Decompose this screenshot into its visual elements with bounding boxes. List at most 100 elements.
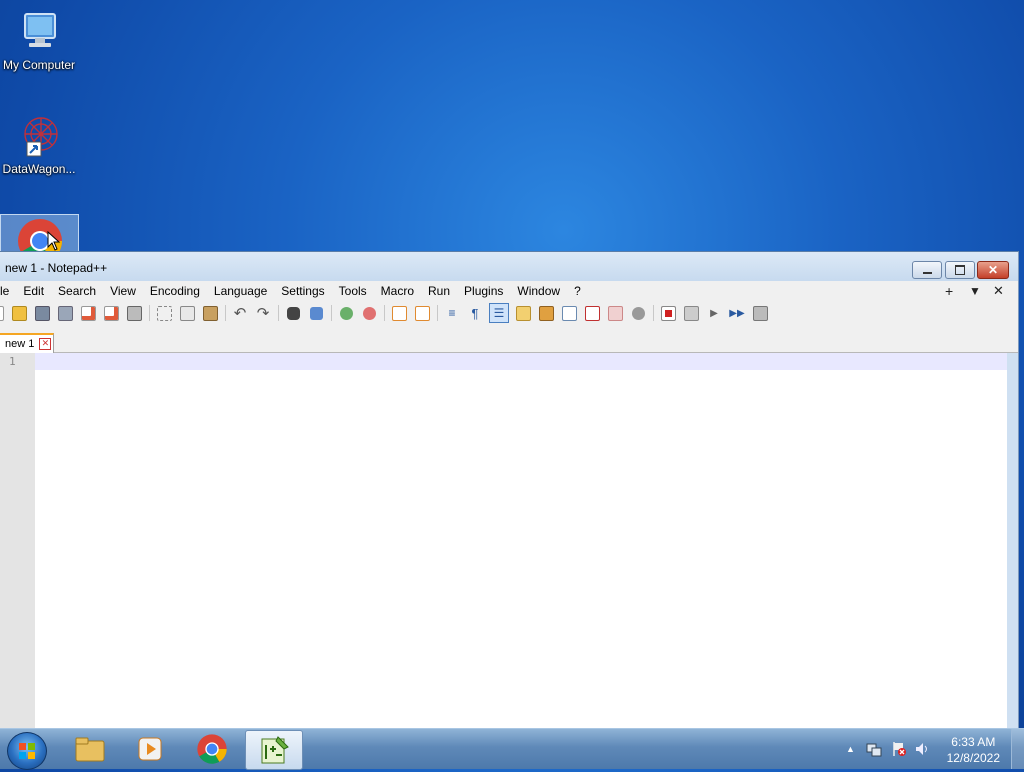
menu-settings[interactable]: Settings xyxy=(274,284,331,298)
windows-logo-icon xyxy=(19,743,35,759)
menu-run[interactable]: Run xyxy=(421,284,457,298)
save-icon[interactable] xyxy=(33,304,51,322)
zoom-in-icon[interactable] xyxy=(337,304,355,322)
desktop-icon-my-computer[interactable]: My Computer xyxy=(1,8,77,72)
chrome-icon xyxy=(197,734,227,764)
record-status-icon[interactable] xyxy=(629,304,647,322)
show-all-characters-icon[interactable]: ¶ xyxy=(466,304,484,322)
close-document-button[interactable]: ✕ xyxy=(993,283,1004,299)
mouse-cursor-icon xyxy=(47,231,61,251)
title-bar[interactable]: new 1 - Notepad++ ✕ xyxy=(0,252,1018,281)
window-title: new 1 - Notepad++ xyxy=(5,261,108,275)
play-macro-icon[interactable]: ▶ xyxy=(705,304,723,322)
desktop-icon-label: DataWagon... xyxy=(2,162,76,176)
menu-file[interactable]: File xyxy=(0,284,16,298)
desktop-icon-label: My Computer xyxy=(2,58,76,72)
menu-search[interactable]: Search xyxy=(51,284,103,298)
document-map-icon[interactable] xyxy=(537,304,555,322)
tab-label: new 1 xyxy=(5,338,35,350)
taskbar-chrome[interactable] xyxy=(184,730,240,768)
replace-icon[interactable] xyxy=(307,304,325,322)
tab-list-dropdown-button[interactable]: ▼ xyxy=(969,284,981,298)
sync-horizontal-icon[interactable] xyxy=(413,304,431,322)
menu-plugins[interactable]: Plugins xyxy=(457,284,510,298)
toolbar-separator xyxy=(148,305,150,321)
tab-bar: new 1 ✕ xyxy=(0,325,1018,353)
datawagon-shortcut-icon xyxy=(15,112,63,160)
menu-view[interactable]: View xyxy=(103,284,143,298)
open-file-icon[interactable] xyxy=(10,304,28,322)
save-macro-icon[interactable] xyxy=(751,304,769,322)
media-player-icon xyxy=(138,737,162,761)
close-window-button[interactable]: ✕ xyxy=(977,261,1009,279)
volume-icon[interactable] xyxy=(914,741,930,760)
taskbar: ▲ 6:33 AM 12/8/2022 xyxy=(0,728,1024,770)
function-list-icon[interactable] xyxy=(560,304,578,322)
menu-window[interactable]: Window xyxy=(510,284,567,298)
clock-date: 12/8/2022 xyxy=(946,751,1000,765)
close-icon: ✕ xyxy=(987,263,999,277)
record-macro-icon[interactable] xyxy=(659,304,677,322)
run-macro-multiple-icon[interactable]: ▶▶ xyxy=(728,304,746,322)
taskbar-explorer[interactable] xyxy=(62,730,118,768)
zoom-out-icon[interactable] xyxy=(360,304,378,322)
taskbar-media-player[interactable] xyxy=(122,730,178,768)
toolbar-separator xyxy=(652,305,654,321)
copy-icon[interactable] xyxy=(178,304,196,322)
monitoring-icon[interactable] xyxy=(606,304,624,322)
sync-vertical-icon[interactable] xyxy=(390,304,408,322)
menu-encoding[interactable]: Encoding xyxy=(143,284,207,298)
menu-macro[interactable]: Macro xyxy=(374,284,421,298)
menu-language[interactable]: Language xyxy=(207,284,274,298)
minimize-icon xyxy=(922,272,932,274)
notepadpp-window[interactable]: new 1 - Notepad++ ✕ File Edit Search Vie… xyxy=(0,251,1019,731)
close-all-icon[interactable] xyxy=(102,304,120,322)
new-tab-plus-button[interactable]: + xyxy=(945,283,953,299)
start-button[interactable] xyxy=(7,732,47,770)
menu-bar: File Edit Search View Encoding Language … xyxy=(0,281,1018,302)
clock-time: 6:33 AM xyxy=(951,735,996,749)
action-center-flag-icon[interactable] xyxy=(891,741,907,760)
toolbar: ↶ ↷ ≡ ¶ ☰ ▶ ▶▶ xyxy=(0,301,1018,325)
current-line-highlight xyxy=(35,353,1007,370)
desktop-icon-datawagon[interactable]: DataWagon... xyxy=(1,112,77,176)
maximize-button[interactable] xyxy=(945,261,975,279)
folder-as-workspace-icon[interactable] xyxy=(583,304,601,322)
system-clock[interactable]: 6:33 AM 12/8/2022 xyxy=(947,734,1000,766)
paste-icon[interactable] xyxy=(201,304,219,322)
indent-guide-icon[interactable]: ☰ xyxy=(489,303,509,323)
menu-edit[interactable]: Edit xyxy=(16,284,51,298)
minimize-button[interactable] xyxy=(912,261,942,279)
network-icon[interactable] xyxy=(866,741,882,760)
show-hidden-icons-button[interactable]: ▲ xyxy=(846,744,855,754)
cut-icon[interactable] xyxy=(155,304,173,322)
toolbar-separator xyxy=(330,305,332,321)
user-defined-language-icon[interactable] xyxy=(514,304,532,322)
taskbar-notepadpp[interactable] xyxy=(245,730,303,770)
folder-icon xyxy=(75,737,105,762)
tab-new-1[interactable]: new 1 ✕ xyxy=(0,333,54,353)
editor-area[interactable]: 1 xyxy=(0,353,1007,730)
show-desktop-button[interactable] xyxy=(1011,729,1024,769)
tab-close-icon[interactable]: ✕ xyxy=(39,338,52,350)
desktop-icon-chrome[interactable] xyxy=(0,214,79,254)
toolbar-separator xyxy=(383,305,385,321)
new-file-icon[interactable] xyxy=(0,304,5,322)
line-number: 1 xyxy=(9,355,16,368)
computer-icon xyxy=(15,8,63,56)
toolbar-separator xyxy=(436,305,438,321)
menu-help[interactable]: ? xyxy=(567,284,588,298)
notepadpp-icon xyxy=(261,736,289,764)
menu-tools[interactable]: Tools xyxy=(332,284,374,298)
word-wrap-icon[interactable]: ≡ xyxy=(443,304,461,322)
toolbar-separator xyxy=(224,305,226,321)
close-icon[interactable] xyxy=(79,304,97,322)
find-icon[interactable] xyxy=(284,304,302,322)
restore-icon xyxy=(955,265,965,275)
undo-icon[interactable]: ↶ xyxy=(231,304,249,322)
stop-recording-icon[interactable] xyxy=(682,304,700,322)
line-number-gutter: 1 xyxy=(0,353,35,730)
print-icon[interactable] xyxy=(125,304,143,322)
save-all-icon[interactable] xyxy=(56,304,74,322)
redo-icon[interactable]: ↷ xyxy=(254,304,272,322)
